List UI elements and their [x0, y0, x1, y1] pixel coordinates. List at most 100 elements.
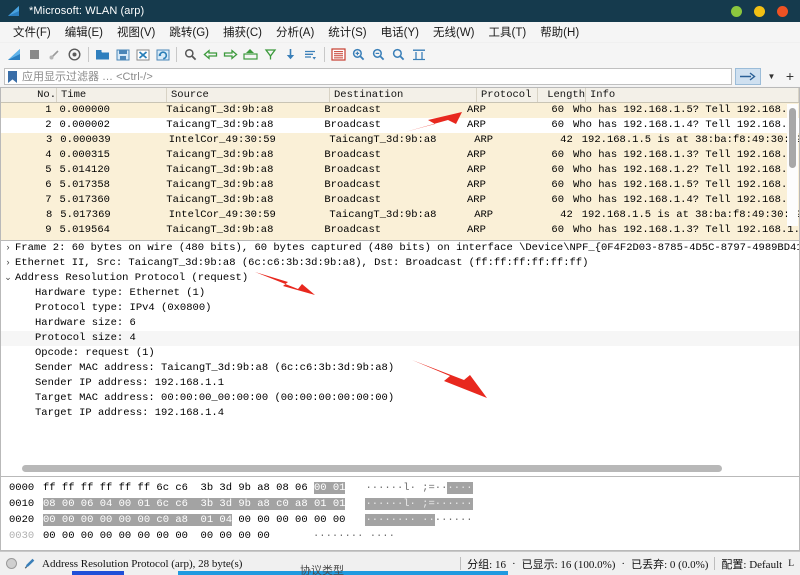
menu-view[interactable]: 视图(V)	[110, 22, 162, 42]
packet-details-pane[interactable]: › Frame 2: 60 bytes on wire (480 bits), …	[0, 241, 800, 477]
detail-row-target-mac[interactable]: Target MAC address: 00:00:00_00:00:00 (0…	[1, 391, 799, 406]
wireshark-window: *Microsoft: WLAN (arp) 文件(F) 编辑(E) 视图(V)…	[0, 0, 800, 575]
filter-bookmark-icon[interactable]	[8, 70, 17, 83]
table-row[interactable]: 6 5.017358 TaicangT_3d:9b:a8 Broadcast A…	[1, 178, 799, 193]
detail-row-protocol-size[interactable]: Protocol size: 4	[1, 331, 799, 346]
open-file-icon[interactable]	[93, 45, 112, 64]
table-row-selected[interactable]: 2 0.000002 TaicangT_3d:9b:a8 Broadcast A…	[1, 118, 799, 133]
packet-list-pane[interactable]: No. Time Source Destination Protocol Len…	[0, 87, 800, 241]
hex-row[interactable]: 0010 08 00 06 04 00 01 6c c6 3b 3d 9b a8…	[1, 496, 799, 512]
column-header-no[interactable]: No.	[1, 88, 57, 102]
minimize-button[interactable]	[731, 5, 742, 17]
chevron-right-icon[interactable]: ›	[1, 241, 15, 256]
table-row[interactable]: 5 5.014120 TaicangT_3d:9b:a8 Broadcast A…	[1, 163, 799, 178]
display-filter-input[interactable]: 应用显示过滤器 … <Ctrl-/>	[4, 67, 732, 85]
detail-row-hardware-type[interactable]: Hardware type: Ethernet (1)	[1, 286, 799, 301]
find-packet-icon[interactable]	[181, 45, 200, 64]
detail-row-opcode[interactable]: Opcode: request (1)	[1, 346, 799, 361]
cell-destination: Broadcast	[324, 194, 382, 206]
go-first-packet-icon[interactable]	[261, 45, 280, 64]
colorize-icon[interactable]	[329, 45, 348, 64]
scrollbar-thumb[interactable]	[22, 465, 722, 472]
table-row[interactable]: 9 5.019564 TaicangT_3d:9b:a8 Broadcast A…	[1, 223, 799, 238]
chevron-down-icon[interactable]: ⌄	[1, 271, 15, 286]
detail-row-frame[interactable]: › Frame 2: 60 bytes on wire (480 bits), …	[1, 241, 799, 256]
menu-telephony[interactable]: 电话(Y)	[374, 22, 426, 42]
go-forward-icon[interactable]	[221, 45, 240, 64]
stop-capture-icon[interactable]	[25, 45, 44, 64]
status-profile[interactable]: 配置: Default	[721, 556, 782, 572]
maximize-button[interactable]	[754, 5, 765, 17]
column-header-time[interactable]: Time	[57, 88, 167, 102]
status-bar: Address Resolution Protocol (arp), 28 by…	[0, 551, 800, 575]
table-row[interactable]: 8 5.017369 IntelCor_49:30:59 TaicangT_3d…	[1, 208, 799, 223]
capture-options-icon[interactable]	[65, 45, 84, 64]
detail-row-arp[interactable]: ⌄ Address Resolution Protocol (request)	[1, 271, 799, 286]
packet-bytes-pane[interactable]: 0000 ff ff ff ff ff ff 6c c6 3b 3d 9b a8…	[0, 477, 800, 551]
hex-row[interactable]: 0030 00 00 00 00 00 00 00 00 00 00 00 00…	[1, 528, 799, 544]
hex-offset: 0010	[9, 498, 35, 510]
cell-length: 42	[560, 209, 573, 221]
reload-file-icon[interactable]	[153, 45, 172, 64]
table-row[interactable]: 7 5.017360 TaicangT_3d:9b:a8 Broadcast A…	[1, 193, 799, 208]
zoom-in-icon[interactable]	[349, 45, 368, 64]
table-row[interactable]: 1 0.000000 TaicangT_3d:9b:a8 Broadcast A…	[1, 103, 799, 118]
restart-capture-icon[interactable]	[45, 45, 64, 64]
column-header-protocol[interactable]: Protocol	[477, 88, 538, 102]
table-row[interactable]: 3 0.000039 IntelCor_49:30:59 TaicangT_3d…	[1, 133, 799, 148]
menu-edit[interactable]: 编辑(E)	[58, 22, 110, 42]
menu-analyze[interactable]: 分析(A)	[269, 22, 321, 42]
menu-go[interactable]: 跳转(G)	[162, 22, 216, 42]
menu-file[interactable]: 文件(F)	[6, 22, 58, 42]
status-right-group: 分组: 16 · 已显示: 16 (100.0%) · 已丢弃: 0 (0.0%…	[460, 556, 794, 572]
details-horizontal-scrollbar[interactable]	[2, 462, 798, 475]
save-file-icon[interactable]	[113, 45, 132, 64]
scrollbar-thumb[interactable]	[789, 108, 796, 168]
hex-ascii: ······l· ;=······	[365, 480, 473, 496]
column-header-source[interactable]: Source	[167, 88, 330, 102]
expert-info-circle-icon[interactable]	[6, 558, 17, 569]
auto-scroll-icon[interactable]	[301, 45, 320, 64]
hex-row[interactable]: 0020 00 00 00 00 00 00 c0 a8 01 04 00 00…	[1, 512, 799, 528]
capture-comment-pencil-icon[interactable]	[23, 557, 36, 570]
cell-protocol: ARP	[466, 194, 486, 206]
go-back-icon[interactable]	[201, 45, 220, 64]
packet-list-scrollbar[interactable]	[787, 104, 798, 226]
detail-text: Sender MAC address: TaicangT_3d:9b:a8 (6…	[35, 362, 395, 374]
chevron-down-icon[interactable]: ▼	[764, 68, 779, 85]
column-header-length[interactable]: Length	[538, 88, 586, 102]
hex-row[interactable]: 0000 ff ff ff ff ff ff 6c c6 3b 3d 9b a8…	[1, 480, 799, 496]
menu-wireless[interactable]: 无线(W)	[426, 22, 482, 42]
menu-capture[interactable]: 捕获(C)	[216, 22, 269, 42]
filter-apply-arrow-icon[interactable]	[735, 67, 761, 85]
chevron-right-icon[interactable]: ›	[1, 256, 15, 271]
table-row[interactable]: 4 0.000315 TaicangT_3d:9b:a8 Broadcast A…	[1, 148, 799, 163]
detail-row-target-ip[interactable]: Target IP address: 192.168.1.4	[1, 406, 799, 421]
go-last-packet-icon[interactable]	[281, 45, 300, 64]
resize-columns-icon[interactable]	[409, 45, 428, 64]
cell-no: 1	[45, 104, 52, 116]
cell-info: Who has 192.168.1.4? Tell 192.168.1.1	[573, 119, 799, 131]
zoom-out-icon[interactable]	[369, 45, 388, 64]
zoom-reset-icon[interactable]	[389, 45, 408, 64]
detail-row-protocol-type[interactable]: Protocol type: IPv4 (0x0800)	[1, 301, 799, 316]
title-bar: *Microsoft: WLAN (arp)	[0, 0, 800, 22]
column-header-info[interactable]: Info	[586, 88, 799, 102]
close-button[interactable]	[777, 5, 788, 17]
detail-row-ethernet[interactable]: › Ethernet II, Src: TaicangT_3d:9b:a8 (6…	[1, 256, 799, 271]
cell-no: 2	[45, 119, 52, 131]
column-header-destination[interactable]: Destination	[330, 88, 477, 102]
menu-help[interactable]: 帮助(H)	[533, 22, 586, 42]
menu-tools[interactable]: 工具(T)	[482, 22, 534, 42]
go-to-packet-icon[interactable]	[241, 45, 260, 64]
hex-offset: 0000	[9, 482, 35, 494]
start-capture-icon[interactable]	[5, 45, 24, 64]
detail-row-hardware-size[interactable]: Hardware size: 6	[1, 316, 799, 331]
menu-statistics[interactable]: 统计(S)	[321, 22, 373, 42]
detail-row-sender-mac[interactable]: Sender MAC address: TaicangT_3d:9b:a8 (6…	[1, 361, 799, 376]
hex-offset: 0030	[9, 530, 35, 542]
close-file-icon[interactable]	[133, 45, 152, 64]
cell-info: Who has 192.168.1.5? Tell 192.168.1.1	[573, 104, 799, 116]
detail-row-sender-ip[interactable]: Sender IP address: 192.168.1.1	[1, 376, 799, 391]
plus-icon[interactable]: +	[782, 68, 798, 85]
